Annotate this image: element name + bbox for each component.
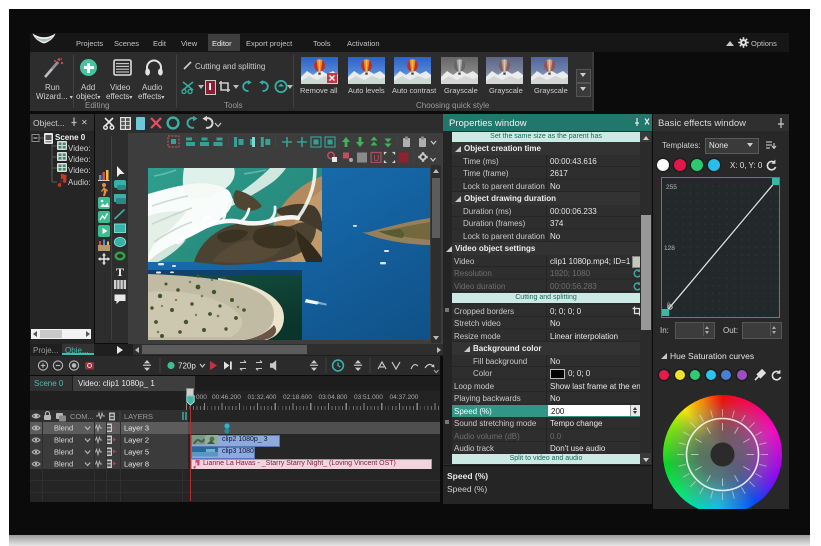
svg-text:128: 128 — [664, 245, 675, 252]
svg-text:Layer 5: Layer 5 — [124, 448, 149, 457]
svg-text:T: T — [116, 265, 124, 279]
svg-text:LAYERS: LAYERS — [124, 412, 153, 421]
svg-text:Layer 2: Layer 2 — [124, 436, 149, 445]
svg-text:U: U — [374, 154, 380, 163]
svg-text:COM...: COM... — [70, 412, 94, 421]
svg-text:0: 0 — [667, 302, 671, 309]
svg-text:720p: 720p — [178, 362, 196, 371]
svg-text:Layer 3: Layer 3 — [124, 424, 149, 433]
svg-text:255: 255 — [666, 184, 677, 191]
svg-text:Blend: Blend — [54, 424, 73, 433]
svg-text:Layer 8: Layer 8 — [124, 460, 149, 469]
